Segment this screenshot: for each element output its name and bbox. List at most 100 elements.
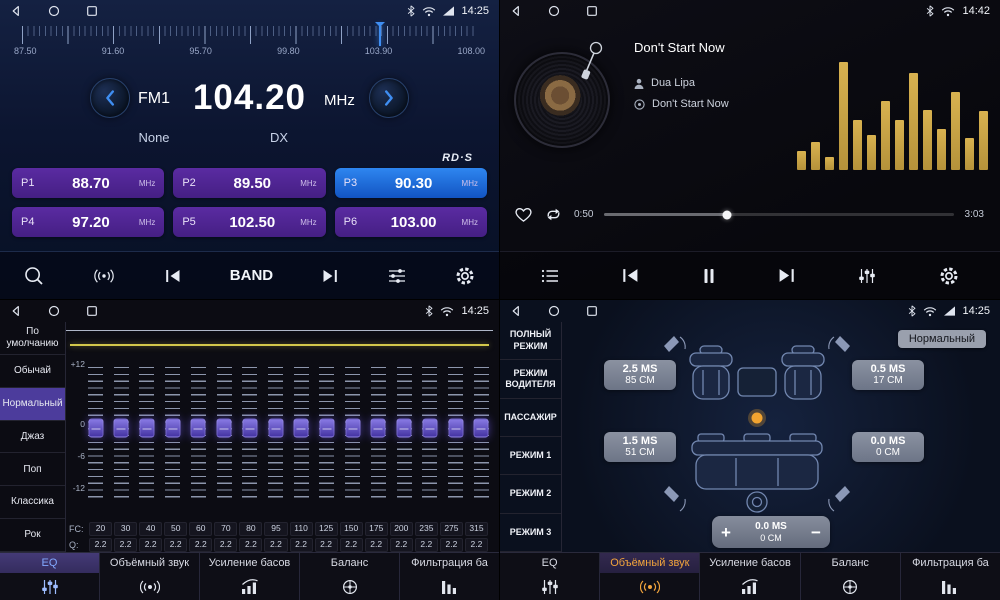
back-icon[interactable] [510, 305, 522, 317]
queue-icon[interactable] [541, 269, 559, 283]
eq-slider-knob[interactable] [139, 419, 154, 438]
mode-passenger[interactable]: ПАССАЖИР [500, 399, 561, 437]
eq-slider-knob[interactable] [371, 419, 386, 438]
tab-bass-boost[interactable]: Усиление басов [200, 553, 300, 600]
band-button[interactable]: BAND [230, 267, 273, 284]
eq-band-slider[interactable] [448, 367, 463, 503]
scan-icon[interactable] [24, 266, 44, 286]
eq-slider-knob[interactable] [422, 419, 437, 438]
speaker-front-left[interactable]: 2.5 MS 85 CM [604, 360, 676, 390]
decrease-button[interactable]: − [802, 524, 830, 541]
mode-2[interactable]: РЕЖИМ 2 [500, 475, 561, 513]
home-circle-icon[interactable] [48, 305, 60, 317]
recents-square-icon[interactable] [586, 5, 598, 17]
eq-band-slider[interactable] [217, 367, 232, 503]
eq-preset-pop[interactable]: Поп [0, 453, 65, 486]
eq-slider-knob[interactable] [165, 419, 180, 438]
settings-gear-icon[interactable] [939, 266, 959, 286]
home-circle-icon[interactable] [548, 5, 560, 17]
eq-band-slider[interactable] [294, 367, 309, 503]
eq-slider-knob[interactable] [448, 419, 463, 438]
tab-bass-boost[interactable]: Усиление басов [700, 553, 800, 600]
eq-band-slider[interactable] [165, 367, 180, 503]
tab-filter[interactable]: Фильтрация ба [901, 553, 1000, 600]
tab-balance[interactable]: Баланс [801, 553, 901, 600]
eq-slider-knob[interactable] [345, 419, 360, 438]
frequency-pointer[interactable] [379, 24, 381, 46]
speaker-rear-left[interactable]: 1.5 MS 51 CM [604, 432, 676, 462]
preset-p2[interactable]: P289.50MHz [173, 168, 325, 198]
mode-1[interactable]: РЕЖИМ 1 [500, 437, 561, 475]
mode-full[interactable]: ПОЛНЫЙ РЕЖИМ [500, 322, 561, 360]
tab-surround[interactable]: Объёмный звук [100, 553, 200, 600]
eq-slider-knob[interactable] [294, 419, 309, 438]
speaker-front-right[interactable]: 0.5 MS 17 CM [852, 360, 924, 390]
frequency-ruler[interactable] [22, 26, 477, 44]
eq-preset-jazz[interactable]: Джаз [0, 421, 65, 454]
mixer-icon[interactable] [858, 268, 876, 284]
back-icon[interactable] [10, 5, 22, 17]
next-icon[interactable] [778, 268, 795, 283]
sound-profile-button[interactable]: Нормальный [898, 330, 986, 348]
pause-icon[interactable] [702, 268, 716, 284]
eq-band-slider[interactable] [422, 367, 437, 503]
tab-surround[interactable]: Объёмный звук [600, 553, 700, 600]
eq-slider-knob[interactable] [114, 419, 129, 438]
eq-slider-knob[interactable] [474, 419, 489, 438]
recents-square-icon[interactable] [586, 305, 598, 317]
back-icon[interactable] [10, 305, 22, 317]
eq-band-slider[interactable] [474, 367, 489, 503]
eq-band-slider[interactable] [191, 367, 206, 503]
eq-band-slider[interactable] [397, 367, 412, 503]
tab-filter[interactable]: Фильтрация ба [400, 553, 499, 600]
preset-p6[interactable]: P6103.00MHz [335, 207, 487, 237]
eq-preset-classic[interactable]: Классика [0, 486, 65, 519]
eq-slider-knob[interactable] [242, 419, 257, 438]
eq-slider-knob[interactable] [217, 419, 232, 438]
mode-3[interactable]: РЕЖИМ 3 [500, 514, 561, 552]
next-icon[interactable] [322, 269, 338, 283]
eq-band-slider[interactable] [319, 367, 334, 503]
previous-icon[interactable] [622, 268, 639, 283]
favorite-heart-icon[interactable] [514, 206, 533, 223]
eq-band-slider[interactable] [114, 367, 129, 503]
eq-slider-knob[interactable] [88, 419, 103, 438]
increase-button[interactable]: + [712, 524, 740, 541]
eq-band-slider[interactable] [371, 367, 386, 503]
repeat-icon[interactable] [544, 207, 563, 222]
progress-bar[interactable] [604, 213, 953, 216]
settings-gear-icon[interactable] [455, 266, 475, 286]
eq-preset-custom[interactable]: Обычай [0, 355, 65, 388]
home-circle-icon[interactable] [548, 305, 560, 317]
tab-eq[interactable]: EQ [0, 553, 100, 600]
home-circle-icon[interactable] [48, 5, 60, 17]
eq-band-slider[interactable] [88, 367, 103, 503]
eq-band-slider[interactable] [139, 367, 154, 503]
tune-up-button[interactable] [369, 78, 409, 118]
preset-p3[interactable]: P390.30MHz [335, 168, 487, 198]
eq-slider-knob[interactable] [268, 419, 283, 438]
eq-slider-knob[interactable] [319, 419, 334, 438]
mixer-icon[interactable] [388, 268, 406, 284]
eq-preset-rock[interactable]: Рок [0, 519, 65, 552]
recents-square-icon[interactable] [86, 5, 98, 17]
preset-p1[interactable]: P188.70MHz [12, 168, 164, 198]
eq-slider-knob[interactable] [397, 419, 412, 438]
eq-band-slider[interactable] [345, 367, 360, 503]
mode-driver[interactable]: РЕЖИМ ВОДИТЕЛЯ [500, 360, 561, 398]
recents-square-icon[interactable] [86, 305, 98, 317]
back-icon[interactable] [510, 5, 522, 17]
eq-band-slider[interactable] [268, 367, 283, 503]
eq-preset-default[interactable]: По умолчанию [0, 322, 65, 355]
eq-band-slider[interactable] [242, 367, 257, 503]
tab-eq[interactable]: EQ [500, 553, 600, 600]
previous-icon[interactable] [165, 269, 181, 283]
preset-scan-icon[interactable] [93, 268, 115, 284]
speaker-rear-right[interactable]: 0.0 MS 0 CM [852, 432, 924, 462]
progress-knob[interactable] [722, 210, 731, 219]
preset-p4[interactable]: P497.20MHz [12, 207, 164, 237]
eq-slider-knob[interactable] [191, 419, 206, 438]
tab-balance[interactable]: Баланс [300, 553, 400, 600]
preset-p5[interactable]: P5102.50MHz [173, 207, 325, 237]
eq-preset-normal[interactable]: Нормальный [0, 388, 65, 421]
